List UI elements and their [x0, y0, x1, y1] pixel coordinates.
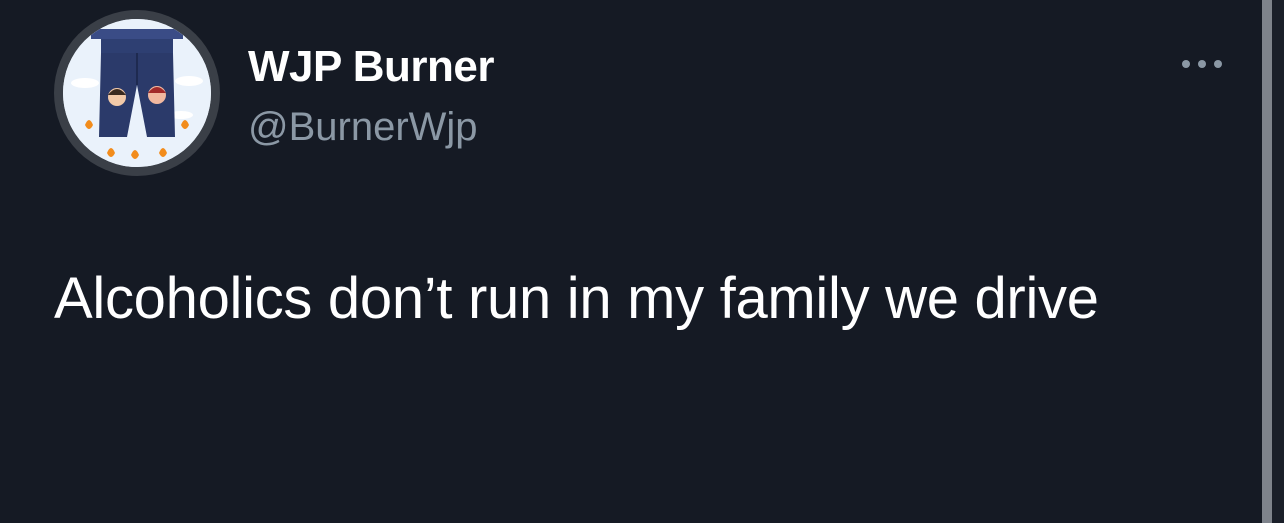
tweet-card: WJP Burner @BurnerWjp Alcoholics don’t r…: [0, 0, 1284, 523]
display-name[interactable]: WJP Burner: [248, 42, 495, 92]
more-options-icon: [1182, 60, 1222, 68]
scrollbar-track-edge: [1272, 0, 1284, 523]
jeans-avatar-icon: [63, 19, 211, 167]
user-handle[interactable]: @BurnerWjp: [248, 104, 478, 150]
more-options-button[interactable]: [1174, 52, 1230, 76]
scrollbar[interactable]: [1262, 0, 1272, 523]
tweet-text: Alcoholics don’t run in my family we dri…: [54, 266, 1099, 331]
avatar[interactable]: [54, 10, 220, 176]
avatar-image: [63, 19, 211, 167]
